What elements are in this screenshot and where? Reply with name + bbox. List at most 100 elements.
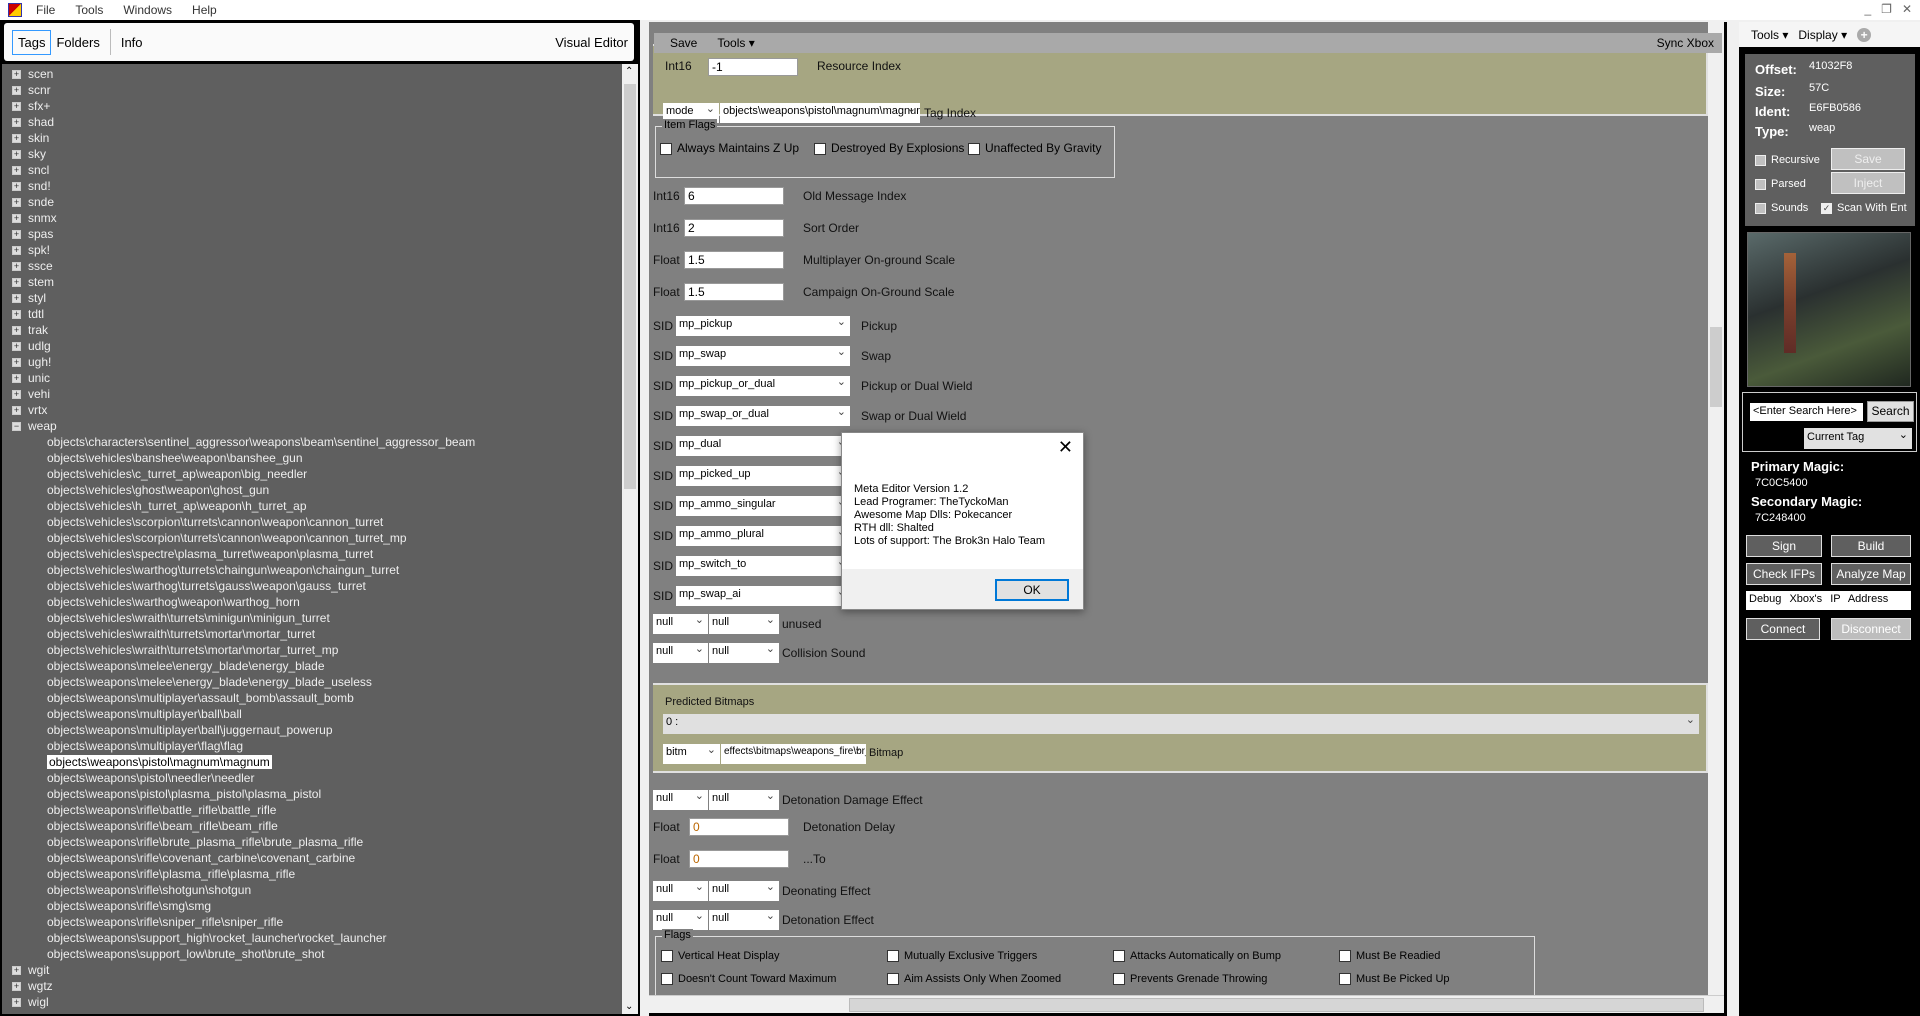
checkbox[interactable] <box>1755 178 1766 190</box>
editor-scroll-thumb[interactable] <box>1710 327 1722 407</box>
menu-file[interactable]: File <box>26 3 65 17</box>
checkbox[interactable] <box>1755 154 1766 166</box>
tree-node-snde[interactable]: + snde <box>2 194 622 210</box>
tree-leaf[interactable]: objects\weapons\support_low\brute_shot\b… <box>2 946 622 962</box>
tree-node-tdtl[interactable]: + tdtl <box>2 306 622 322</box>
ref-tag-select[interactable]: null <box>709 910 779 930</box>
parsed-checkbox[interactable]: Parsed <box>1755 178 1806 190</box>
expand-icon[interactable]: + <box>12 230 21 240</box>
sid-select[interactable]: mp_swap_or_dual <box>676 406 850 426</box>
expand-icon[interactable]: + <box>12 166 21 176</box>
expand-icon[interactable]: + <box>12 326 21 336</box>
field-input[interactable]: 6 <box>684 187 784 205</box>
expand-icon[interactable]: + <box>12 358 21 368</box>
flag-checkbox[interactable]: Must Be Picked Up <box>1339 973 1450 986</box>
expand-icon[interactable]: + <box>12 198 21 208</box>
expand-icon[interactable]: + <box>12 182 21 192</box>
sid-select[interactable]: mp_pickup <box>676 316 850 336</box>
display-menu[interactable]: Display ▾ <box>1798 28 1847 42</box>
tools-menu[interactable]: Tools ▾ <box>1751 28 1788 42</box>
tree-node-udlg[interactable]: + udlg <box>2 338 622 354</box>
expand-icon[interactable]: + <box>12 86 21 96</box>
checkbox[interactable] <box>887 973 899 986</box>
tree-node-ssce[interactable]: + ssce <box>2 258 622 274</box>
checkbox[interactable] <box>968 142 980 155</box>
flag-checkbox[interactable]: Vertical Heat Display <box>661 950 780 963</box>
visual-editor-button[interactable]: Visual Editor <box>555 35 628 50</box>
tree-node-wgtz[interactable]: + wgtz <box>2 978 622 994</box>
ok-button[interactable]: OK <box>995 579 1069 601</box>
tree-node-styl[interactable]: + styl <box>2 290 622 306</box>
collapse-icon[interactable]: − <box>12 422 21 432</box>
tree-leaf[interactable]: objects\weapons\support_high\rocket_laun… <box>2 930 622 946</box>
tree-node-vehi[interactable]: + vehi <box>2 386 622 402</box>
expand-icon[interactable]: + <box>12 102 21 112</box>
scroll-up-icon[interactable]: ⌃ <box>625 66 633 77</box>
flag-unaffected-by-gravity[interactable]: Unaffected By Gravity <box>968 141 1102 155</box>
flag-checkbox[interactable]: Attacks Automatically on Bump <box>1113 950 1281 963</box>
expand-icon[interactable]: + <box>12 982 21 992</box>
expand-icon[interactable]: + <box>12 262 21 272</box>
sid-select[interactable]: mp_switch_to <box>676 556 850 576</box>
menu-windows[interactable]: Windows <box>113 3 182 17</box>
build-button[interactable]: Build <box>1831 535 1911 557</box>
tree-leaf[interactable]: objects\weapons\multiplayer\assault_bomb… <box>2 690 622 706</box>
checkbox[interactable] <box>1339 973 1351 986</box>
field-input[interactable]: 2 <box>684 219 784 237</box>
tree-leaf[interactable]: objects\vehicles\ghost\weapon\ghost_gun <box>2 482 622 498</box>
sid-select[interactable]: mp_ammo_singular <box>676 496 850 516</box>
tree-leaf[interactable]: objects\vehicles\banshee\weapon\banshee_… <box>2 450 622 466</box>
expand-icon[interactable]: + <box>12 294 21 304</box>
field-input[interactable]: 1.5 <box>684 251 784 269</box>
checkbox[interactable] <box>1113 950 1125 963</box>
expand-icon[interactable]: + <box>12 966 21 976</box>
tree-leaf[interactable]: objects\weapons\rifle\battle_rifle\battl… <box>2 802 622 818</box>
tab-tags[interactable]: Tags <box>12 29 52 55</box>
tree-leaf[interactable]: objects\weapons\rifle\brute_plasma_rifle… <box>2 834 622 850</box>
tree-leaf[interactable]: objects\weapons\rifle\sniper_rifle\snipe… <box>2 914 622 930</box>
tree-node-sky[interactable]: + sky <box>2 146 622 162</box>
analyze-map-button[interactable]: Analyze Map <box>1831 563 1911 585</box>
tree-node-scnr[interactable]: + scnr <box>2 82 622 98</box>
expand-icon[interactable]: + <box>12 214 21 224</box>
flag-always-maintains-z-up[interactable]: Always Maintains Z Up <box>660 141 799 155</box>
editor-horizontal-scrollbar[interactable] <box>649 995 1724 1013</box>
tree-leaf[interactable]: objects\characters\sentinel_aggressor\we… <box>2 434 622 450</box>
search-scope-select[interactable]: Current Tag <box>1804 428 1912 449</box>
flag-checkbox[interactable]: Aim Assists Only When Zoomed <box>887 973 1061 986</box>
tree-node-snmx[interactable]: + snmx <box>2 210 622 226</box>
tree-leaf[interactable]: objects\vehicles\wraith\turrets\mortar\m… <box>2 626 622 642</box>
checkbox[interactable] <box>661 973 673 986</box>
tree-node-sfx[interactable]: + sfx+ <box>2 98 622 114</box>
restore-icon[interactable]: ❐ <box>1881 2 1892 16</box>
tree-leaf[interactable]: objects\weapons\rifle\smg\smg <box>2 898 622 914</box>
tree-leaf[interactable]: objects\weapons\rifle\covenant_carbine\c… <box>2 850 622 866</box>
tree-node-wgit[interactable]: + wgit <box>2 962 622 978</box>
sid-select[interactable]: mp_swap_ai <box>676 586 850 606</box>
ref-class-select[interactable]: null <box>653 910 708 930</box>
expand-icon[interactable]: + <box>12 374 21 384</box>
tree-scroll-thumb[interactable] <box>624 84 636 489</box>
predicted-bitmaps-index-select[interactable]: 0 : <box>663 714 1699 734</box>
tree-leaf[interactable]: objects\weapons\rifle\shotgun\shotgun <box>2 882 622 898</box>
tag-path-select[interactable]: objects\weapons\pistol\magnum\magnum <box>720 103 920 123</box>
save-button[interactable]: Save <box>670 36 697 50</box>
tree-leaf[interactable]: objects\vehicles\spectre\plasma_turret\w… <box>2 546 622 562</box>
checkbox[interactable] <box>660 142 672 155</box>
tree-leaf[interactable]: objects\weapons\melee\energy_blade\energ… <box>2 674 622 690</box>
tab-info[interactable]: Info <box>116 31 148 54</box>
sid-select[interactable]: mp_swap <box>676 346 850 366</box>
expand-icon[interactable]: + <box>12 118 21 128</box>
tree-leaf[interactable]: objects\vehicles\c_turret_ap\weapon\big_… <box>2 466 622 482</box>
disconnect-button[interactable]: Disconnect <box>1831 618 1911 640</box>
field-input[interactable]: 0 <box>689 850 789 868</box>
expand-icon[interactable]: + <box>12 310 21 320</box>
ref-class-select[interactable]: null <box>653 643 708 663</box>
expand-icon[interactable]: + <box>12 70 21 80</box>
expand-icon[interactable]: + <box>12 134 21 144</box>
tree-node-ugh[interactable]: + ugh! <box>2 354 622 370</box>
sign-button[interactable]: Sign <box>1746 535 1822 557</box>
sid-select[interactable]: mp_pickup_or_dual <box>676 376 850 396</box>
tree-leaf[interactable]: objects\weapons\pistol\plasma_pistol\pla… <box>2 786 622 802</box>
sid-select[interactable]: mp_dual <box>676 436 850 456</box>
